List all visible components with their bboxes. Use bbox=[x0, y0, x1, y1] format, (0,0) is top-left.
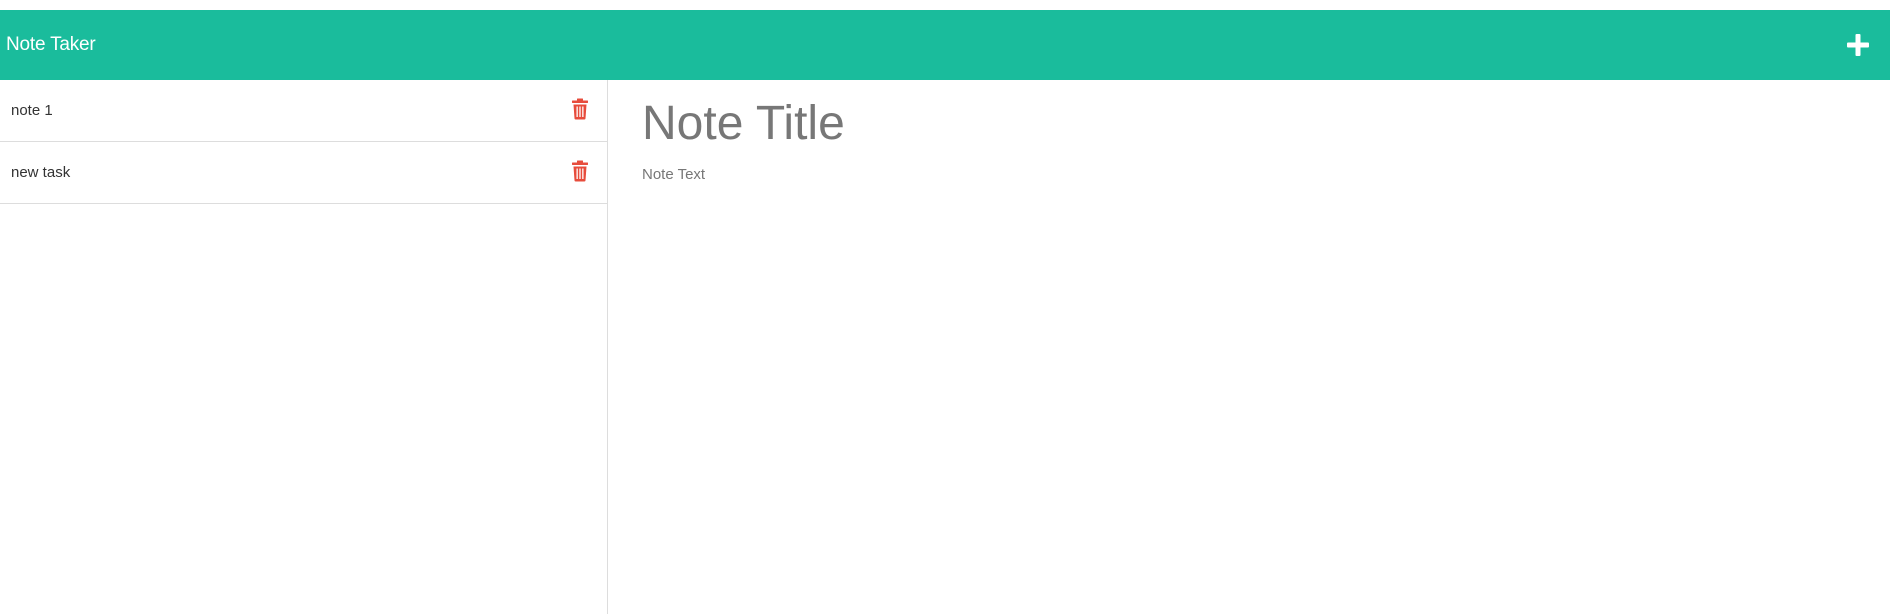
note-taker-page: Note Taker note 1 new task Note Title No… bbox=[0, 0, 1890, 614]
note-text-input[interactable] bbox=[642, 166, 1842, 546]
list-item[interactable]: new task bbox=[0, 142, 607, 204]
plus-icon bbox=[1847, 34, 1869, 56]
brand-title[interactable]: Note Taker bbox=[6, 34, 96, 56]
main-content: note 1 new task bbox=[0, 80, 1890, 614]
note-item-label[interactable]: new task bbox=[11, 164, 70, 181]
trash-icon[interactable] bbox=[571, 160, 589, 182]
note-title-input[interactable] bbox=[642, 94, 1542, 152]
list-item[interactable]: note 1 bbox=[0, 80, 607, 142]
note-item-label[interactable]: note 1 bbox=[11, 102, 53, 119]
navbar: Note Taker bbox=[0, 10, 1890, 80]
new-note-button[interactable] bbox=[1844, 31, 1872, 59]
trash-icon[interactable] bbox=[571, 98, 589, 120]
note-editor bbox=[609, 80, 1890, 614]
note-list: note 1 new task bbox=[0, 80, 608, 614]
